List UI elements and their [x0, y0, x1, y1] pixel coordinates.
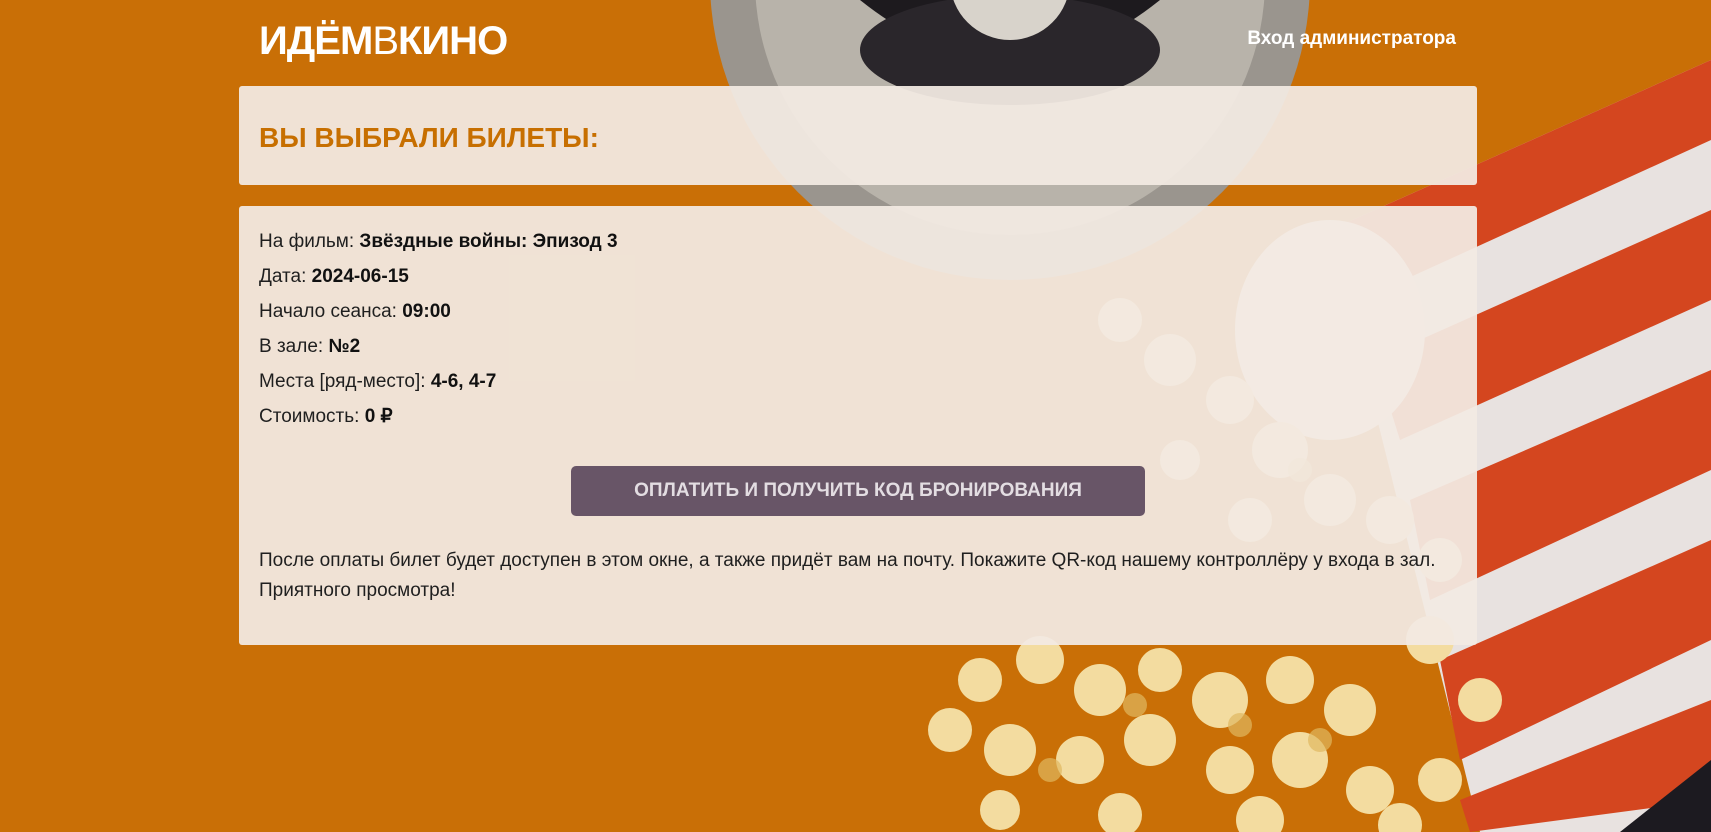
page-title: ВЫ ВЫБРАЛИ БИЛЕТЫ:	[259, 122, 599, 153]
ticket-seats-row: Места [ряд-место]: 4-6, 4-7	[259, 364, 618, 399]
ticket-cost-row: Стоимость: 0 ₽	[259, 399, 618, 434]
ticket-hall-row: В зале: №2	[259, 329, 618, 364]
ticket-hint: После оплаты билет будет доступен в этом…	[259, 546, 1449, 606]
ticket-film-label: На фильм:	[259, 231, 360, 252]
hint-line-2: Приятного просмотра!	[259, 580, 456, 601]
hint-line-1: После оплаты билет будет доступен в этом…	[259, 550, 1436, 571]
site-header: ИДЁМВКИНО Вход администратора	[259, 18, 1456, 68]
logo-part-1: ИДЁМ	[259, 19, 373, 63]
title-panel: ВЫ ВЫБРАЛИ БИЛЕТЫ:	[239, 86, 1477, 185]
ticket-details: На фильм: Звёздные войны: Эпизод 3 Дата:…	[259, 224, 618, 434]
logo-part-2: В	[372, 19, 399, 63]
site-logo[interactable]: ИДЁМВКИНО	[259, 18, 508, 64]
ticket-start-row: Начало сеанса: 09:00	[259, 294, 618, 329]
ticket-seats-label: Места [ряд-место]:	[259, 371, 431, 392]
ticket-start-label: Начало сеанса:	[259, 301, 403, 322]
ticket-date-row: Дата: 2024-06-15	[259, 259, 618, 294]
ticket-date-value: 2024-06-15	[311, 266, 409, 287]
ticket-hall-label: В зале:	[259, 336, 329, 357]
ticket-date-label: Дата:	[259, 266, 312, 287]
admin-login-link[interactable]: Вход администратора	[1247, 28, 1456, 50]
ticket-cost-value: 0 ₽	[364, 406, 393, 427]
pay-and-get-code-button[interactable]: ОПЛАТИТЬ И ПОЛУЧИТЬ КОД БРОНИРОВАНИЯ	[571, 466, 1145, 516]
ticket-film-row: На фильм: Звёздные войны: Эпизод 3	[259, 224, 618, 259]
ticket-start-value: 09:00	[402, 301, 451, 322]
ticket-film-value: Звёздные войны: Эпизод 3	[359, 231, 618, 252]
ticket-info-panel: На фильм: Звёздные войны: Эпизод 3 Дата:…	[239, 206, 1477, 645]
ticket-cost-label: Стоимость:	[259, 406, 365, 427]
logo-part-3: КИНО	[398, 19, 508, 63]
ticket-seats-value: 4-6, 4-7	[430, 371, 497, 392]
ticket-hall-value: №2	[328, 336, 361, 357]
